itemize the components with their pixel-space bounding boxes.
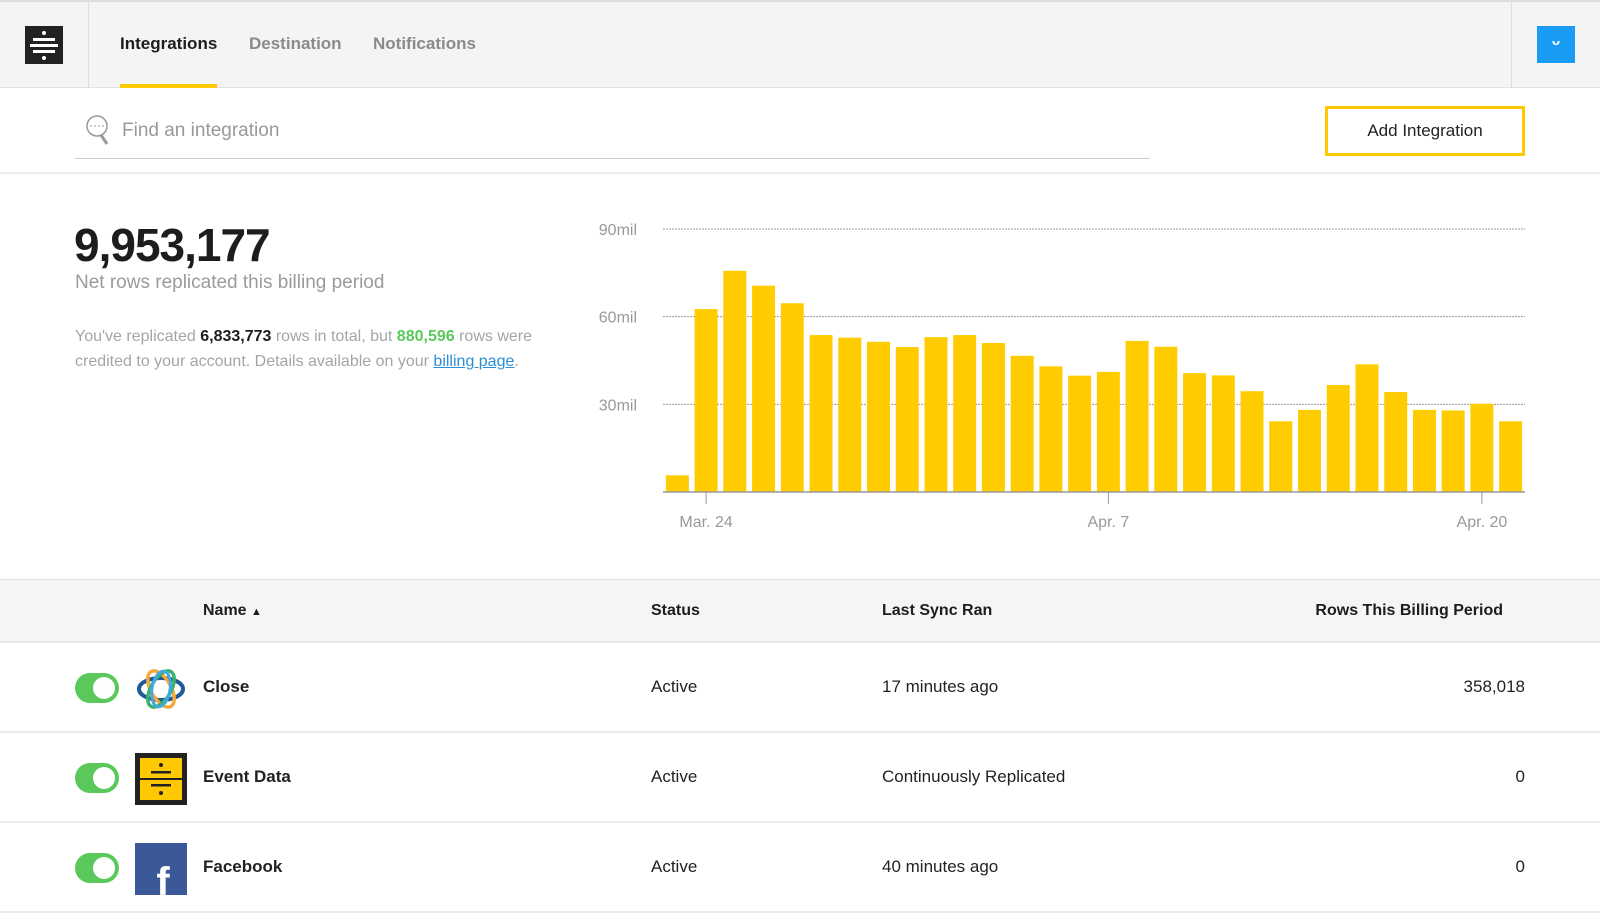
detail-text: You've replicated — [75, 328, 201, 345]
add-integration-button[interactable]: Add Integration — [1325, 106, 1525, 156]
close-logo — [137, 669, 185, 709]
y-tick-label: 90mil — [599, 222, 637, 239]
bar — [1125, 340, 1149, 492]
bar — [1010, 355, 1034, 492]
table-row[interactable]: Event Data Active Continuously Replicate… — [0, 733, 1600, 823]
top-nav — [0, 0, 1600, 88]
bar — [1211, 375, 1235, 492]
rows-count: 0 — [1515, 857, 1525, 876]
enable-toggle[interactable] — [75, 853, 119, 883]
bar — [1039, 366, 1063, 492]
divider — [88, 0, 89, 88]
search-underline — [75, 158, 1150, 159]
column-status[interactable]: Status — [651, 602, 700, 620]
smiley-icon[interactable]: ᵕ — [1537, 26, 1575, 63]
net-rows-total: 9,953,177 — [74, 219, 271, 271]
tab-notifications[interactable]: Notifications — [373, 34, 476, 54]
svg-text:f: f — [156, 860, 170, 895]
column-last-sync[interactable]: Last Sync Ran — [882, 602, 992, 620]
search-input[interactable] — [122, 116, 1142, 146]
bar — [1470, 403, 1494, 492]
bar — [1269, 421, 1293, 492]
bar — [895, 347, 919, 492]
bar — [1154, 346, 1178, 492]
rows-count: 358,018 — [1463, 677, 1525, 696]
x-tick-label: Apr. 7 — [1087, 514, 1129, 531]
bar — [1355, 364, 1379, 492]
detail-text: . — [514, 353, 519, 370]
bar — [1412, 409, 1436, 492]
integration-status: Active — [651, 677, 698, 696]
divider — [1511, 0, 1512, 88]
bar — [953, 335, 977, 492]
bar — [1499, 421, 1523, 492]
bar — [1096, 371, 1120, 492]
last-sync: 40 minutes ago — [882, 857, 999, 876]
bar — [809, 335, 833, 492]
table-header: Name ▲ Status Last Sync Ran Rows This Bi… — [0, 579, 1600, 643]
column-rows[interactable]: Rows This Billing Period — [1315, 602, 1503, 620]
bar — [981, 342, 1005, 492]
x-tick-label: Mar. 24 — [679, 514, 732, 531]
table-row[interactable]: Close Active 17 minutes ago 358,018 — [0, 643, 1600, 733]
integration-name[interactable]: Facebook — [203, 857, 282, 877]
integration-name[interactable]: Close — [203, 677, 249, 697]
search-icon — [86, 115, 109, 145]
enable-toggle[interactable] — [75, 673, 119, 703]
bar — [1441, 410, 1465, 492]
app-logo[interactable] — [25, 26, 63, 64]
bar — [723, 270, 747, 492]
bar — [1183, 373, 1207, 492]
bar — [694, 309, 718, 492]
bar — [1068, 375, 1092, 492]
bar — [752, 285, 776, 492]
enable-toggle[interactable] — [75, 763, 119, 793]
bar — [924, 337, 948, 492]
table-row[interactable]: f Facebook Active 40 minutes ago 0 — [0, 823, 1600, 913]
event-data-logo — [135, 753, 187, 805]
bar — [867, 341, 890, 492]
integration-status: Active — [651, 767, 698, 786]
x-tick-label: Apr. 20 — [1457, 514, 1508, 531]
bar — [838, 337, 862, 492]
facebook-logo: f — [135, 843, 187, 895]
bar — [1384, 392, 1408, 492]
rows-count: 0 — [1515, 767, 1525, 786]
last-sync: Continuously Replicated — [882, 767, 1066, 786]
column-name-label: Name — [203, 602, 247, 619]
billing-page-link[interactable]: billing page — [433, 353, 514, 370]
bar — [665, 475, 689, 492]
integration-name[interactable]: Event Data — [203, 767, 291, 787]
rows-bar-chart: 30mil 60mil 90mil Mar. 24 Apr. 7 Apr. 20 — [599, 222, 1525, 531]
net-rows-label: Net rows replicated this billing period — [75, 272, 385, 293]
tab-destination[interactable]: Destination — [249, 34, 342, 54]
bar — [1326, 385, 1350, 492]
integration-status: Active — [651, 857, 698, 876]
last-sync: 17 minutes ago — [882, 677, 999, 696]
column-name[interactable]: Name ▲ — [203, 602, 262, 620]
bar — [1298, 409, 1321, 492]
sort-ascending-icon: ▲ — [251, 606, 262, 618]
detail-text: rows in total, but — [271, 328, 397, 345]
replicated-count: 6,833,773 — [200, 328, 272, 345]
y-tick-label: 60mil — [599, 310, 637, 327]
bar — [780, 303, 804, 492]
bar — [1240, 391, 1264, 492]
replication-detail: You've replicated 6,833,773 rows in tota… — [75, 324, 535, 374]
credited-count: 880,596 — [396, 328, 455, 345]
y-tick-label: 30mil — [599, 397, 637, 414]
tab-integrations[interactable]: Integrations — [120, 34, 217, 54]
